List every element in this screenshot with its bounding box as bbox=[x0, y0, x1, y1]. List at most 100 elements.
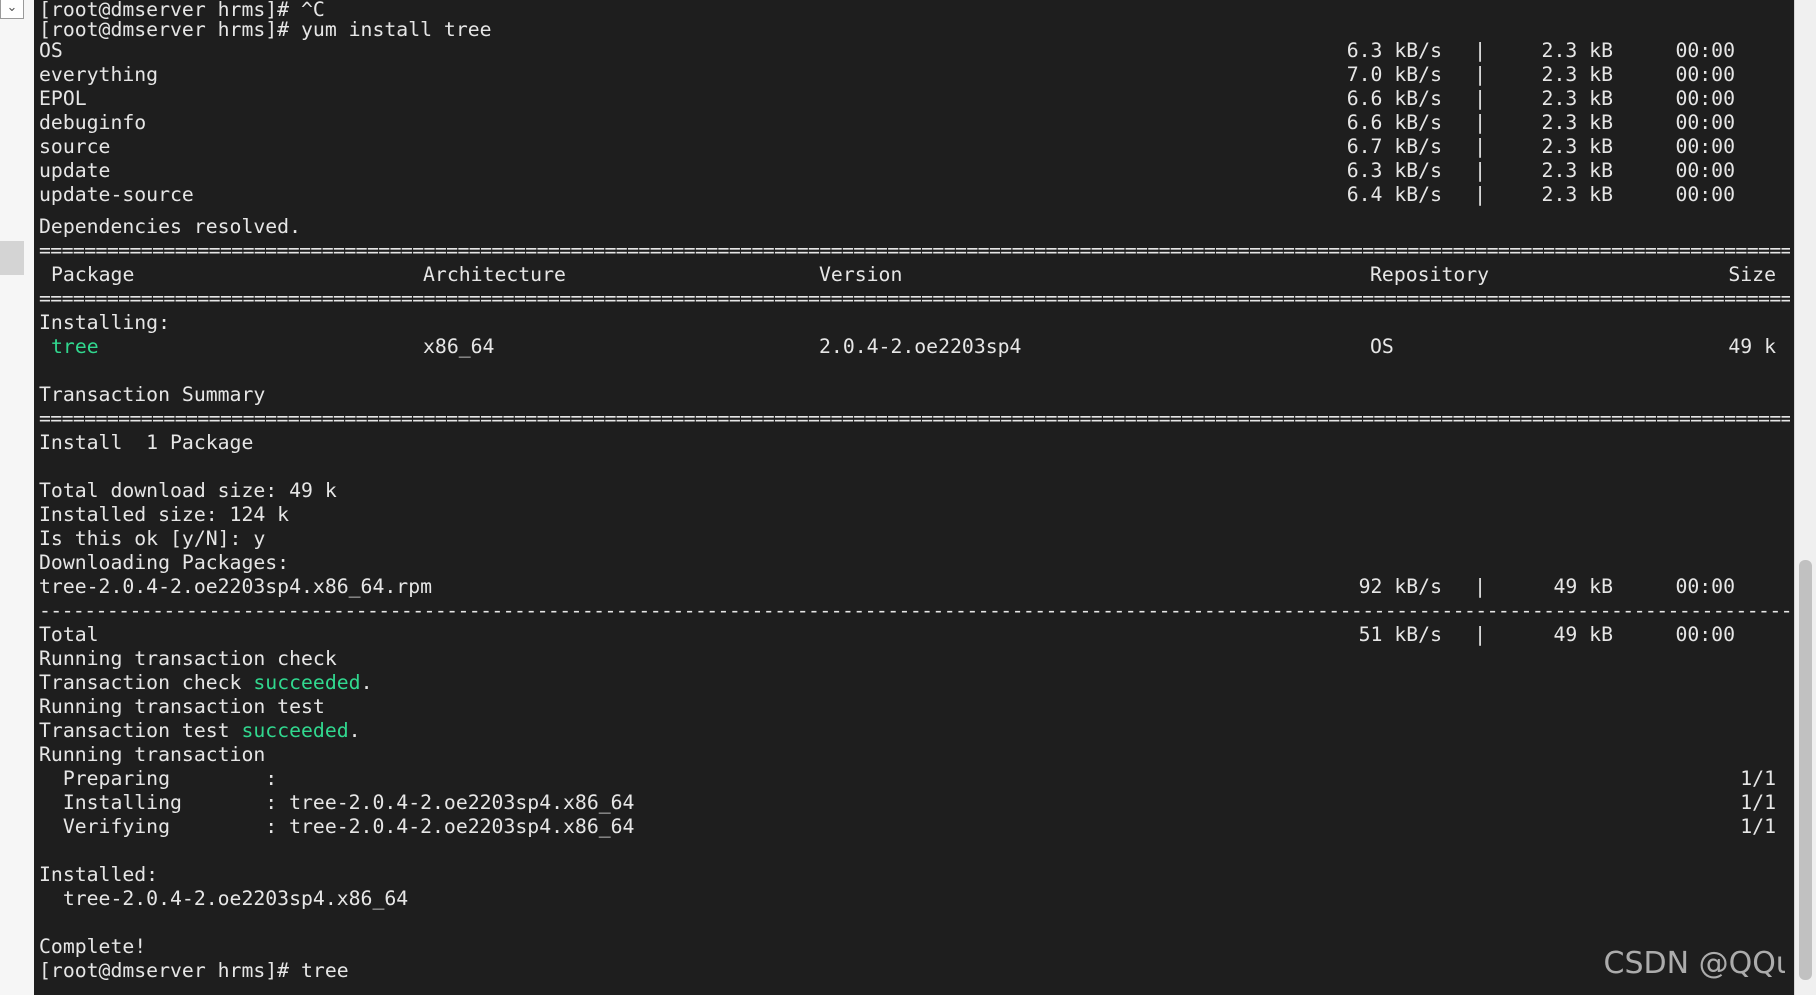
install-count: Install 1 Package bbox=[39, 431, 254, 454]
status-line: Running transaction bbox=[39, 743, 266, 766]
total-time: 00:00 bbox=[1675, 623, 1735, 646]
summary-heading: Transaction Summary bbox=[39, 383, 266, 406]
repo-rate: 6.3 kB/s bbox=[1346, 39, 1442, 62]
separator: | bbox=[1474, 63, 1486, 86]
header-package: Package bbox=[51, 263, 135, 286]
package-row: tree x86_64 2.0.4-2.oe2203sp4 OS 49 k bbox=[39, 335, 1790, 359]
header-size: Size bbox=[1728, 263, 1776, 286]
repo-name: update bbox=[39, 159, 111, 182]
complete-message: Complete! bbox=[39, 935, 147, 958]
repo-line: OS 6.3 kB/s | 2.3 kB 00:00 bbox=[39, 39, 1790, 63]
separator: | bbox=[1474, 575, 1486, 598]
table-header: Package Architecture Version Repository Size bbox=[39, 263, 1790, 287]
installing-label: Installing: bbox=[39, 311, 171, 334]
terminal-output[interactable]: [root@dmserver hrms]# ^C [root@dmserver … bbox=[34, 0, 1794, 995]
total-rate: 51 kB/s bbox=[1358, 623, 1442, 646]
repo-size: 2.3 kB bbox=[1541, 159, 1613, 182]
rpm-line: tree-2.0.4-2.oe2203sp4.x86_64.rpm 92 kB/s… bbox=[39, 575, 1790, 599]
package-version: 2.0.4-2.oe2203sp4 bbox=[819, 335, 1022, 358]
separator: | bbox=[1474, 87, 1486, 110]
package-repo: OS bbox=[1370, 335, 1394, 358]
separator: | bbox=[1474, 135, 1486, 158]
repo-rate: 6.7 kB/s bbox=[1346, 135, 1442, 158]
total-line: Total 51 kB/s | 49 kB 00:00 bbox=[39, 623, 1790, 647]
repo-rate: 6.6 kB/s bbox=[1346, 87, 1442, 110]
test-prefix: Transaction test bbox=[39, 719, 242, 742]
installed-size: Installed size: 124 k bbox=[39, 503, 290, 526]
repo-line: update 6.3 kB/s | 2.3 kB 00:00 bbox=[39, 159, 1790, 183]
repo-rate: 6.6 kB/s bbox=[1346, 111, 1442, 134]
repo-name: OS bbox=[39, 39, 63, 62]
repo-time: 00:00 bbox=[1675, 63, 1735, 86]
download-size: Total download size: 49 k bbox=[39, 479, 337, 502]
collapse-arrow-icon[interactable]: ⌄ bbox=[0, 0, 24, 19]
rpm-time: 00:00 bbox=[1675, 575, 1735, 598]
dash-rule: ----------------------------------------… bbox=[39, 599, 1790, 622]
vertical-scrollbar[interactable] bbox=[1794, 0, 1816, 995]
repo-name: debuginfo bbox=[39, 111, 147, 134]
double-rule: ========================================… bbox=[39, 239, 1790, 262]
separator: | bbox=[1474, 39, 1486, 62]
header-version: Version bbox=[819, 263, 903, 286]
double-rule: ========================================… bbox=[39, 407, 1790, 430]
check-result-line: Transaction check succeeded. bbox=[39, 671, 1790, 695]
separator: | bbox=[1474, 623, 1486, 646]
repo-time: 00:00 bbox=[1675, 87, 1735, 110]
package-name: tree bbox=[51, 335, 99, 358]
repo-size: 2.3 kB bbox=[1541, 39, 1613, 62]
repo-line: source 6.7 kB/s | 2.3 kB 00:00 bbox=[39, 135, 1790, 159]
package-size: 49 k bbox=[1728, 335, 1776, 358]
succeeded-text: succeeded bbox=[253, 671, 361, 694]
repo-rate: 6.4 kB/s bbox=[1346, 183, 1442, 206]
repo-time: 00:00 bbox=[1675, 159, 1735, 182]
repo-size: 2.3 kB bbox=[1541, 111, 1613, 134]
repo-line: everything 7.0 kB/s | 2.3 kB 00:00 bbox=[39, 63, 1790, 87]
check-prefix: Transaction check bbox=[39, 671, 254, 694]
repo-line: update-source 6.4 kB/s | 2.3 kB 00:00 bbox=[39, 183, 1790, 207]
watermark-text: CSDN @QQι bbox=[1603, 946, 1786, 981]
step-progress: 1/1 bbox=[1740, 791, 1776, 814]
step-line: Preparing : 1/1 bbox=[39, 767, 1790, 791]
period: . bbox=[360, 671, 373, 694]
scrollbar-thumb[interactable] bbox=[1799, 560, 1812, 980]
repo-line: debuginfo 6.6 kB/s | 2.3 kB 00:00 bbox=[39, 111, 1790, 135]
package-arch: x86_64 bbox=[423, 335, 495, 358]
separator: | bbox=[1474, 111, 1486, 134]
test-result-line: Transaction test succeeded. bbox=[39, 719, 1790, 743]
status-line: Dependencies resolved. bbox=[39, 215, 302, 238]
header-architecture: Architecture bbox=[423, 263, 566, 286]
separator: | bbox=[1474, 159, 1486, 182]
status-line: Running transaction check bbox=[39, 647, 337, 670]
confirm-prompt: Is this ok [y/N]: y bbox=[39, 527, 266, 550]
step-text: Installing : tree-2.0.4-2.oe2203sp4.x86_… bbox=[39, 791, 635, 814]
status-line: Running transaction test bbox=[39, 695, 325, 718]
rpm-name: tree-2.0.4-2.oe2203sp4.x86_64.rpm bbox=[39, 575, 433, 598]
total-size: 49 kB bbox=[1553, 623, 1613, 646]
installed-label: Installed: bbox=[39, 863, 159, 886]
period: . bbox=[348, 719, 361, 742]
step-progress: 1/1 bbox=[1740, 815, 1776, 838]
repo-name: source bbox=[39, 135, 111, 158]
repo-line: EPOL 6.6 kB/s | 2.3 kB 00:00 bbox=[39, 87, 1790, 111]
repo-size: 2.3 kB bbox=[1541, 183, 1613, 206]
double-rule: ========================================… bbox=[39, 287, 1790, 310]
header-repository: Repository bbox=[1370, 263, 1490, 286]
left-gutter: ⌄ bbox=[0, 0, 35, 995]
repo-name: everything bbox=[39, 63, 159, 86]
step-line: Verifying : tree-2.0.4-2.oe2203sp4.x86_6… bbox=[39, 815, 1790, 839]
downloading-label: Downloading Packages: bbox=[39, 551, 290, 574]
repo-name: update-source bbox=[39, 183, 194, 206]
repo-rate: 7.0 kB/s bbox=[1346, 63, 1442, 86]
rpm-rate: 92 kB/s bbox=[1358, 575, 1442, 598]
rpm-size: 49 kB bbox=[1553, 575, 1613, 598]
repo-size: 2.3 kB bbox=[1541, 87, 1613, 110]
step-text: Verifying : tree-2.0.4-2.oe2203sp4.x86_6… bbox=[39, 815, 635, 838]
repo-size: 2.3 kB bbox=[1541, 63, 1613, 86]
repo-time: 00:00 bbox=[1675, 111, 1735, 134]
step-text: Preparing : bbox=[39, 767, 278, 790]
repo-rate: 6.3 kB/s bbox=[1346, 159, 1442, 182]
separator: | bbox=[1474, 183, 1486, 206]
repo-time: 00:00 bbox=[1675, 183, 1735, 206]
repo-time: 00:00 bbox=[1675, 39, 1735, 62]
repo-name: EPOL bbox=[39, 87, 87, 110]
